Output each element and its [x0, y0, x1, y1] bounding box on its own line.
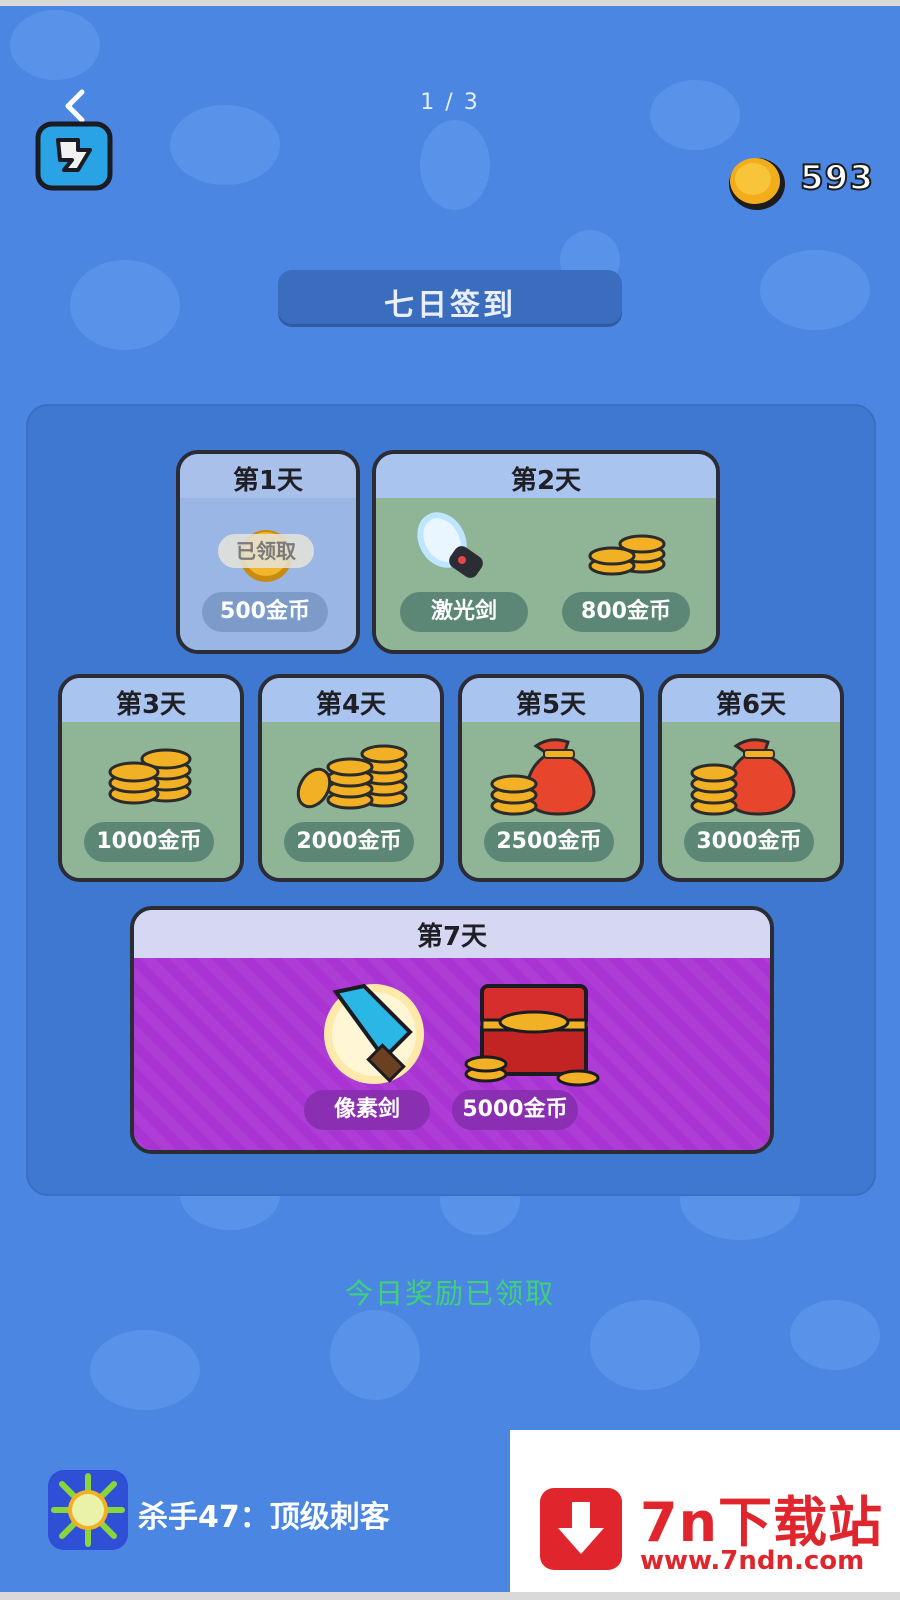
coin-stack-icon	[588, 534, 666, 576]
day-card-4[interactable]: 第4天 2000金币	[258, 674, 444, 882]
exit-icon	[35, 121, 113, 191]
reward-label: 像素剑	[304, 1090, 430, 1130]
coin-bag-icon	[490, 738, 596, 816]
page-title-text: 七日签到	[384, 288, 516, 323]
day-label: 第4天	[315, 690, 387, 720]
day-card-7[interactable]: 第7天 像素剑 5000金币	[130, 906, 774, 1154]
day-card-6[interactable]: 第6天 3000金币	[658, 674, 844, 882]
day-card-3[interactable]: 第3天 1000金币	[58, 674, 244, 882]
reward-label: 激光剑	[400, 592, 528, 632]
page-title: 七日签到	[278, 270, 622, 324]
day-label: 第1天	[232, 466, 304, 496]
today-reward-status: 今日奖励已领取	[344, 1277, 555, 1310]
app-name: 杀手47：顶级刺客	[138, 1500, 390, 1535]
treasure-chest-icon	[464, 984, 600, 1087]
coin-pile-icon	[296, 744, 408, 810]
day-label: 第5天	[515, 690, 587, 720]
pixel-sword-icon	[324, 983, 424, 1084]
coin-value: 593	[799, 157, 874, 199]
virus-icon	[51, 1473, 125, 1547]
day-label: 第7天	[416, 922, 488, 952]
laser-sword-icon	[417, 512, 483, 578]
reward-label: 500金币	[202, 592, 328, 632]
gold-coin-icon	[729, 158, 785, 210]
coin-stack-icon	[108, 748, 192, 805]
day-label: 第6天	[715, 690, 787, 720]
exit-button[interactable]	[34, 120, 114, 192]
reward-label: 2500金币	[484, 822, 614, 862]
download-icon	[540, 1488, 622, 1570]
app-icon	[48, 1470, 128, 1550]
coin-bag-icon	[690, 738, 796, 816]
reward-label: 3000金币	[684, 822, 814, 862]
reward-label: 1000金币	[84, 822, 214, 862]
watermark-url: www.7ndn.com	[640, 1546, 865, 1576]
coin-counter: 593	[724, 152, 884, 212]
screen-bottom-edge	[0, 1592, 900, 1600]
day-card-2[interactable]: 第2天 激光剑 800金币	[372, 450, 720, 654]
page-indicator: 1 / 3	[420, 90, 480, 115]
status-bar-edge	[0, 0, 900, 6]
reward-label: 5000金币	[452, 1090, 578, 1130]
claimed-badge: 已领取	[218, 534, 314, 568]
reward-label: 800金币	[562, 592, 690, 632]
day-label: 第2天	[510, 466, 582, 496]
day-label: 第3天	[115, 690, 187, 720]
reward-label: 2000金币	[284, 822, 414, 862]
day-card-5[interactable]: 第5天 2500金币	[458, 674, 644, 882]
